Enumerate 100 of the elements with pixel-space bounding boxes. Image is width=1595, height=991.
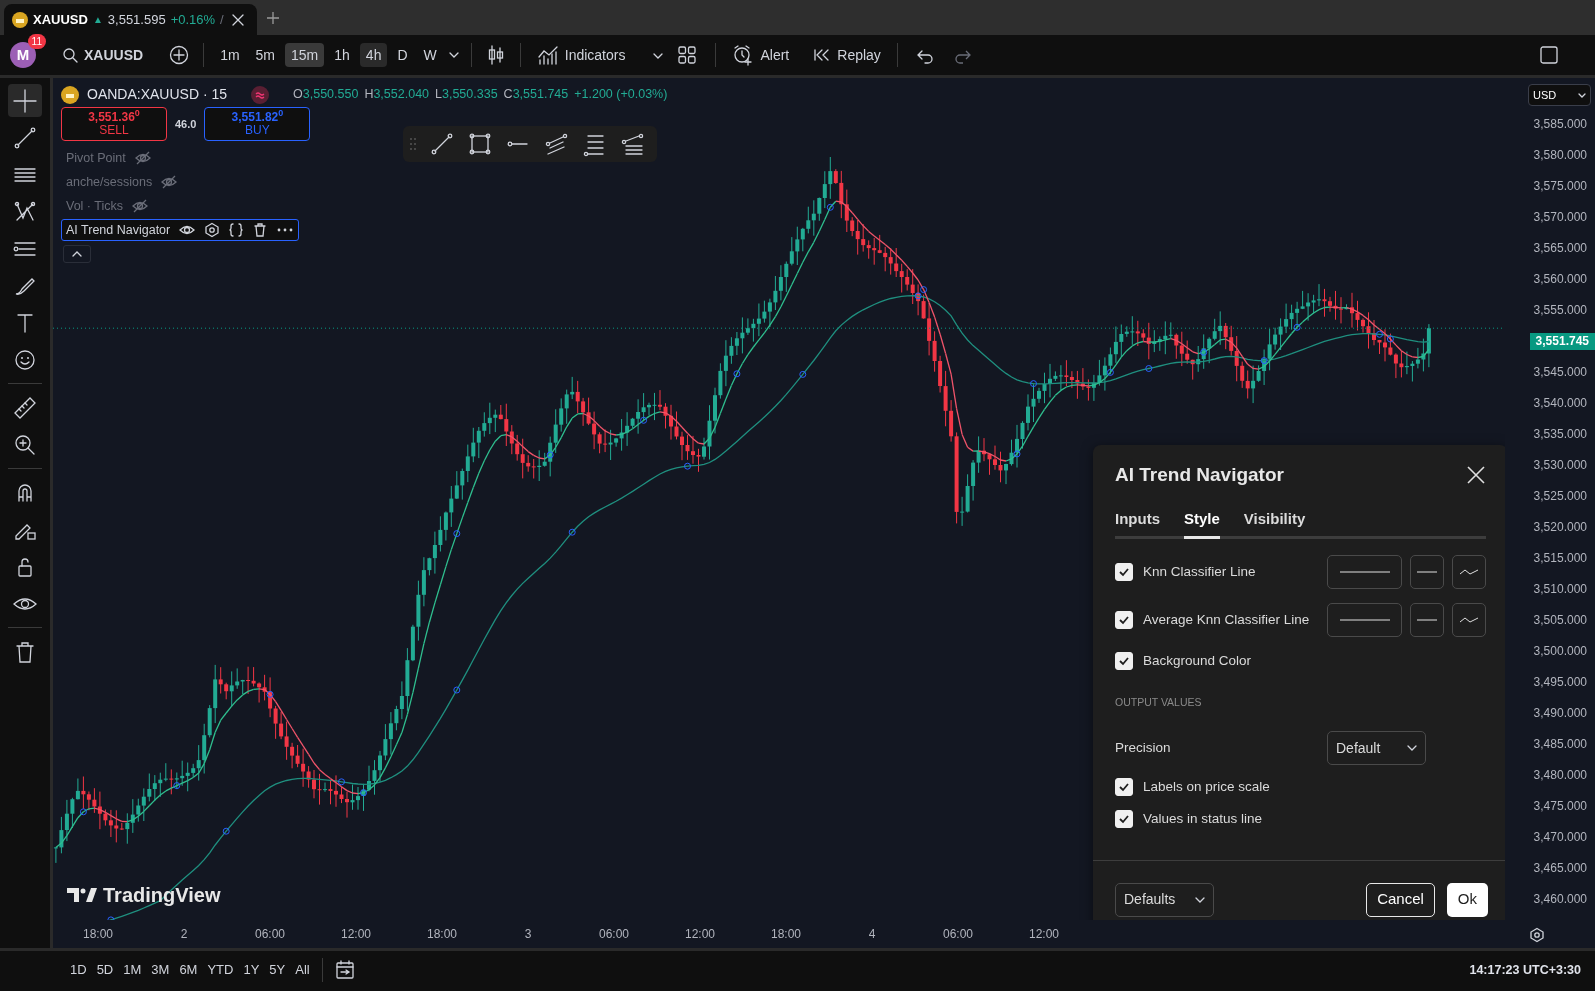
precision-select[interactable]: Default: [1327, 731, 1426, 765]
browser-tab[interactable]: XAUUSD ▲ 3,551.595 +0.16% /: [4, 4, 257, 35]
indicator-row[interactable]: anche/sessions: [61, 171, 184, 193]
trend-line-icon[interactable]: [429, 131, 455, 157]
rectangle-icon[interactable]: [467, 131, 493, 157]
range-button[interactable]: YTD: [203, 959, 238, 981]
spread-value: 46.0: [175, 116, 197, 132]
parallel-channel-icon[interactable]: [543, 131, 569, 157]
grid-icon[interactable]: [677, 45, 698, 66]
eye-off-icon[interactable]: [133, 151, 152, 165]
tradingview-logo-icon: [67, 887, 97, 903]
settings-icon[interactable]: [204, 222, 221, 238]
drag-handle-icon[interactable]: [409, 136, 417, 152]
price-label: 3,490.000: [1533, 705, 1588, 722]
price-label: 3,515.000: [1533, 550, 1588, 567]
chart-symbol-title[interactable]: OANDA:XAUUSD · 15: [87, 84, 228, 105]
indicator-row[interactable]: AI Trend Navigator: [61, 219, 300, 241]
price-label: 3,510.000: [1533, 581, 1588, 598]
checkmark-icon: [1118, 566, 1130, 578]
indicator-row[interactable]: Pivot Point: [61, 147, 157, 169]
checkmark-icon: [1118, 813, 1130, 826]
replay-button[interactable]: Replay: [807, 42, 887, 68]
coin-icon: [61, 85, 79, 104]
line-color-button[interactable]: [1327, 555, 1402, 589]
price-label: 3,520.000: [1533, 519, 1588, 536]
interval-button[interactable]: 1m: [214, 42, 246, 68]
settings-icon[interactable]: [1529, 926, 1545, 943]
time-label: 06:00: [942, 926, 974, 943]
range-button[interactable]: 5Y: [265, 959, 290, 981]
price-label: 3,495.000: [1533, 674, 1588, 691]
clock-timezone[interactable]: 14:17:23 UTC+3:30: [1469, 960, 1581, 980]
line-width-button[interactable]: [1410, 603, 1444, 637]
dialog-tab[interactable]: Inputs: [1115, 507, 1160, 539]
eye-off-icon[interactable]: [130, 199, 149, 213]
defaults-select[interactable]: Defaults: [1115, 882, 1214, 917]
wave-line-icon: [1459, 616, 1479, 624]
symbol-search-button[interactable]: XAUUSD: [56, 42, 150, 68]
option-label: Knn Classifier Line: [1143, 562, 1256, 581]
market-status-icon: [251, 86, 270, 105]
indicator-name: Vol · Ticks: [66, 197, 123, 215]
range-button[interactable]: 1Y: [239, 959, 264, 981]
ok-button[interactable]: Ok: [1446, 882, 1488, 917]
price-label: 3,485.000: [1533, 736, 1588, 753]
search-icon: [62, 47, 78, 63]
chart-logo-text: TradingView: [103, 883, 221, 908]
dialog-tab[interactable]: Style: [1184, 507, 1220, 539]
sell-button[interactable]: 3,551.36$^{0}$ SELL: [61, 107, 167, 141]
indicator-row[interactable]: Vol · Ticks: [61, 195, 154, 217]
interval-button[interactable]: D: [391, 42, 414, 68]
range-button[interactable]: 1D: [66, 959, 91, 981]
range-button[interactable]: 3M: [147, 959, 174, 981]
interval-button[interactable]: 4h: [359, 42, 388, 68]
plus-icon[interactable]: [264, 10, 281, 27]
coin-icon: [12, 11, 28, 28]
line-color-button[interactable]: [1327, 603, 1402, 637]
option-label: Labels on price scale: [1143, 778, 1270, 796]
layout-icon[interactable]: [1539, 45, 1559, 66]
range-button[interactable]: 5D: [92, 959, 118, 981]
range-button[interactable]: 6M: [175, 959, 202, 981]
tab-change: +0.16%: [170, 10, 216, 29]
checkbox[interactable]: [1115, 778, 1133, 797]
interval-button[interactable]: W: [417, 42, 443, 68]
calendar-range-icon[interactable]: [334, 960, 355, 981]
time-label: 18:00: [426, 926, 458, 943]
alert-button[interactable]: Alert: [726, 40, 796, 70]
range-button[interactable]: All: [291, 959, 314, 981]
eye-off-icon[interactable]: [160, 175, 179, 189]
close-icon[interactable]: [1466, 465, 1486, 486]
ohlc-value: O3,550.550: [293, 86, 359, 104]
price-label: 3,500.000: [1533, 643, 1588, 660]
cancel-button[interactable]: Cancel: [1366, 882, 1435, 917]
eye-icon[interactable]: [178, 223, 197, 237]
price-label: 3,575.000: [1533, 178, 1588, 195]
checkbox[interactable]: [1115, 611, 1133, 629]
price-change: +1.200 (+0.03%): [574, 86, 668, 104]
price-label: 3,540.000: [1533, 395, 1588, 412]
time-label: 18:00: [82, 926, 114, 943]
solid-line-icon: [1339, 618, 1390, 622]
time-label: 12:00: [340, 926, 372, 943]
collapse-button[interactable]: [63, 245, 91, 263]
add-symbol-icon[interactable]: [169, 45, 190, 66]
currency-select[interactable]: USD: [1528, 84, 1591, 106]
buy-button[interactable]: 3,551.82$^{0}$ BUY: [204, 107, 311, 141]
source-code-icon[interactable]: [228, 222, 245, 238]
tab-separator: /: [220, 10, 224, 29]
interval-button[interactable]: 15m: [285, 42, 325, 68]
time-label: 3: [523, 926, 533, 943]
price-label: 3,470.000: [1533, 829, 1588, 846]
dialog-tab[interactable]: Visibility: [1243, 507, 1306, 539]
checkbox[interactable]: [1115, 810, 1133, 829]
fib-extension-icon[interactable]: [619, 131, 645, 157]
range-button[interactable]: 1M: [119, 959, 146, 981]
line-width-button[interactable]: [1410, 555, 1444, 589]
current-price-label: 3,551.745: [1529, 333, 1595, 350]
indicator-name: anche/sessions: [66, 173, 153, 191]
indicators-button[interactable]: Indicators: [530, 41, 632, 69]
interval-button[interactable]: 1h: [328, 42, 356, 68]
checkbox[interactable]: [1115, 652, 1133, 671]
interval-button[interactable]: 5m: [249, 42, 282, 68]
checkbox[interactable]: [1115, 563, 1133, 581]
